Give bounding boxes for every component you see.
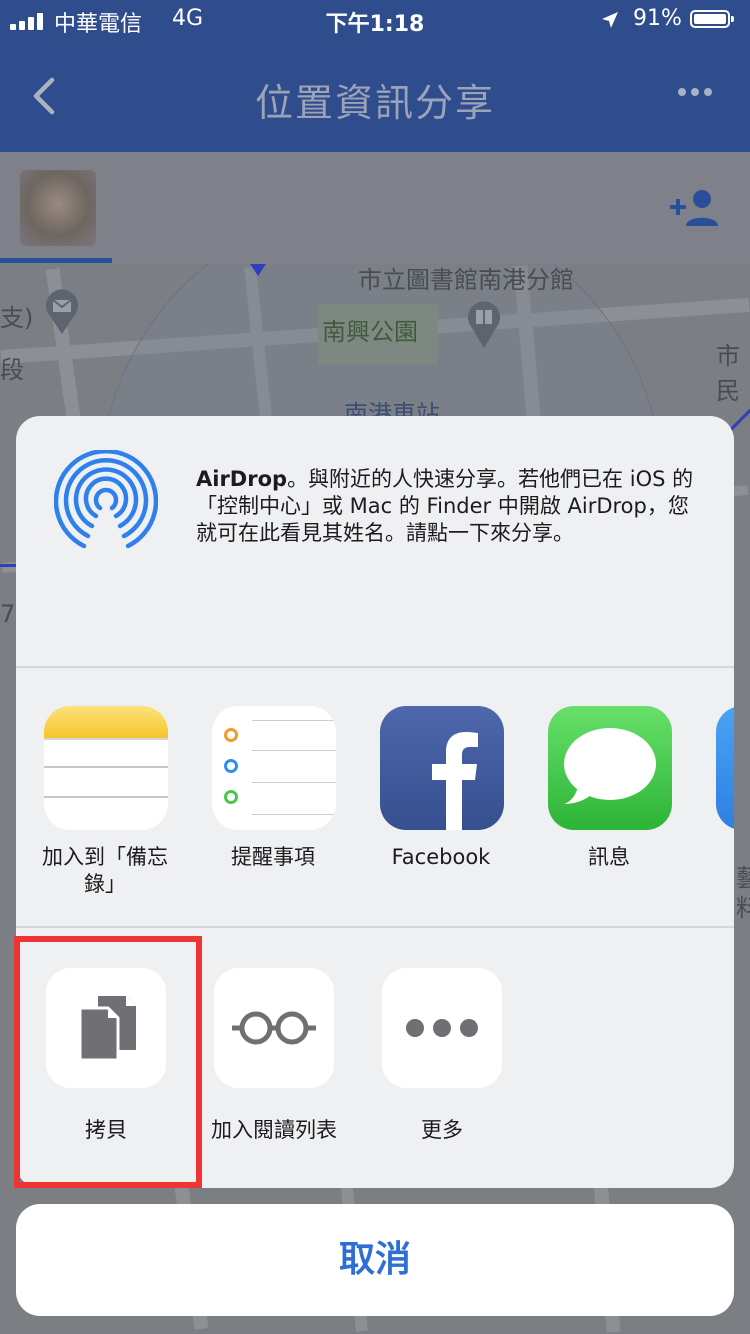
action-label: 更多: [421, 1118, 463, 1142]
people-tab-strip: [0, 152, 750, 264]
glasses-icon: [214, 968, 334, 1088]
map-label: 段: [0, 356, 24, 384]
mail-pin-icon: [46, 289, 78, 334]
app-label: 訊息: [588, 845, 630, 869]
nav-bar: 位置資訊分享: [0, 40, 750, 152]
action-label: 加入閱讀列表: [211, 1118, 337, 1142]
battery-icon: [690, 10, 734, 28]
status-bar: 中華電信 4G 下午1:18 91%: [0, 0, 750, 40]
app-label: Facebook: [391, 845, 491, 869]
cancel-button[interactable]: 取消: [16, 1204, 734, 1316]
more-icon: [382, 968, 502, 1088]
messages-icon: [548, 706, 672, 830]
map-label: 支): [0, 304, 34, 332]
divider: [16, 926, 734, 928]
notes-icon: [44, 706, 168, 830]
map-label: 南興公園: [322, 318, 418, 346]
map-label: 料: [736, 894, 750, 922]
airdrop-section[interactable]: AirDrop。與附近的人快速分享。若他們已在 iOS 的「控制中心」或 Mac…: [16, 416, 734, 666]
map-label: 市民: [716, 342, 740, 405]
partial-app-icon[interactable]: [716, 706, 734, 830]
page-title: 位置資訊分享: [254, 81, 495, 125]
app-label: 加入到「備忘錄」: [42, 845, 168, 896]
library-pin-icon: [468, 301, 500, 348]
map-label: 市立圖書館南港分館: [358, 266, 574, 294]
reminders-icon: [212, 706, 336, 830]
selected-tab-indicator: [0, 258, 112, 263]
airdrop-description: AirDrop。與附近的人快速分享。若他們已在 iOS 的「控制中心」或 Mac…: [196, 467, 694, 545]
map-label: 7: [0, 600, 16, 628]
divider: [16, 666, 734, 668]
airdrop-icon: [54, 450, 158, 549]
avatar[interactable]: [20, 170, 96, 246]
highlight-box: [14, 936, 202, 1188]
add-person-icon[interactable]: [668, 188, 722, 228]
direction-arrow-icon: [250, 264, 266, 276]
app-label: 提醒事項: [231, 845, 315, 869]
airdrop-title: AirDrop: [196, 467, 288, 491]
facebook-icon: [380, 706, 504, 830]
location-arrow-icon: [602, 12, 618, 28]
battery-percent: 91%: [633, 6, 682, 31]
more-dots-icon[interactable]: [678, 88, 712, 98]
